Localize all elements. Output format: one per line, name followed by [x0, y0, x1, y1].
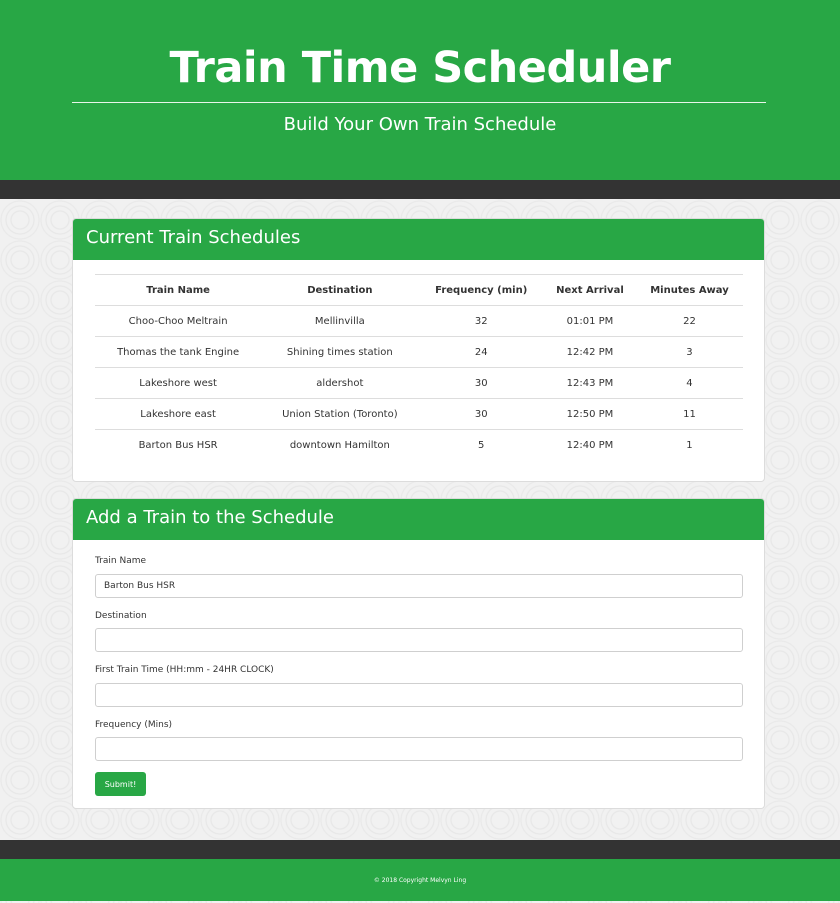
train-name-input[interactable]	[95, 574, 743, 598]
col-frequency: Frequency (min)	[418, 274, 544, 306]
cell-frequency: 5	[418, 429, 544, 460]
destination-label: Destination	[95, 611, 147, 621]
schedules-heading: Current Train Schedules	[73, 219, 764, 260]
table-header-row: Train Name Destination Frequency (min) N…	[95, 274, 743, 306]
frequency-input[interactable]	[95, 737, 743, 761]
bottom-band	[0, 840, 840, 859]
copyright-text: © 2018 Copyright Melvyn Ling	[373, 877, 467, 884]
submit-button[interactable]: Submit!	[95, 772, 146, 796]
cell-train-name: Thomas the tank Engine	[95, 336, 262, 368]
cell-next-arrival: 12:40 PM	[543, 429, 636, 460]
table-row: Lakeshore east Union Station (Toronto) 3…	[95, 398, 743, 430]
cell-frequency: 30	[418, 367, 544, 399]
table-row: Choo-Choo Meltrain Mellinvilla 32 01:01 …	[95, 305, 743, 337]
col-minutes-away: Minutes Away	[635, 274, 743, 306]
cell-minutes-away: 1	[635, 429, 743, 460]
add-train-panel: Add a Train to the Schedule Train Name D…	[72, 498, 765, 809]
cell-frequency: 24	[418, 336, 544, 368]
table-row: Barton Bus HSR downtown Hamilton 5 12:40…	[95, 429, 743, 460]
page-title: Train Time Scheduler	[169, 43, 671, 93]
cell-next-arrival: 01:01 PM	[543, 305, 636, 337]
cell-train-name: Lakeshore west	[95, 367, 262, 399]
schedules-panel: Current Train Schedules Train Name Desti…	[72, 218, 765, 482]
page-footer: © 2018 Copyright Melvyn Ling	[0, 859, 840, 901]
frequency-label: Frequency (Mins)	[95, 720, 173, 730]
cell-frequency: 32	[418, 305, 544, 337]
first-train-time-input[interactable]	[95, 683, 743, 707]
cell-train-name: Choo-Choo Meltrain	[95, 305, 262, 337]
cell-destination: Union Station (Toronto)	[261, 398, 419, 430]
header-divider	[72, 102, 766, 103]
col-next-arrival: Next Arrival	[543, 274, 636, 306]
cell-destination: Shining times station	[261, 336, 419, 368]
cell-next-arrival: 12:43 PM	[543, 367, 636, 399]
col-train-name: Train Name	[95, 274, 262, 306]
table-row: Lakeshore west aldershot 30 12:43 PM 4	[95, 367, 743, 399]
train-name-label: Train Name	[95, 556, 147, 566]
cell-destination: aldershot	[261, 367, 419, 399]
add-train-heading: Add a Train to the Schedule	[73, 499, 764, 540]
cell-next-arrival: 12:42 PM	[543, 336, 636, 368]
col-destination: Destination	[261, 274, 419, 306]
page-header: Train Time Scheduler Build Your Own Trai…	[0, 0, 840, 180]
cell-minutes-away: 22	[635, 305, 743, 337]
cell-minutes-away: 4	[635, 367, 743, 399]
first-train-time-label: First Train Time (HH:mm - 24HR CLOCK)	[95, 665, 274, 675]
cell-minutes-away: 3	[635, 336, 743, 368]
table-row: Thomas the tank Engine Shining times sta…	[95, 336, 743, 368]
cell-next-arrival: 12:50 PM	[543, 398, 636, 430]
top-band	[0, 180, 840, 199]
page-subtitle: Build Your Own Train Schedule	[283, 114, 557, 135]
cell-train-name: Lakeshore east	[95, 398, 262, 430]
cell-train-name: Barton Bus HSR	[95, 429, 262, 460]
cell-destination: Mellinvilla	[261, 305, 419, 337]
cell-minutes-away: 11	[635, 398, 743, 430]
cell-frequency: 30	[418, 398, 544, 430]
schedule-table: Train Name Destination Frequency (min) N…	[95, 274, 743, 460]
cell-destination: downtown Hamilton	[261, 429, 419, 460]
destination-input[interactable]	[95, 628, 743, 652]
